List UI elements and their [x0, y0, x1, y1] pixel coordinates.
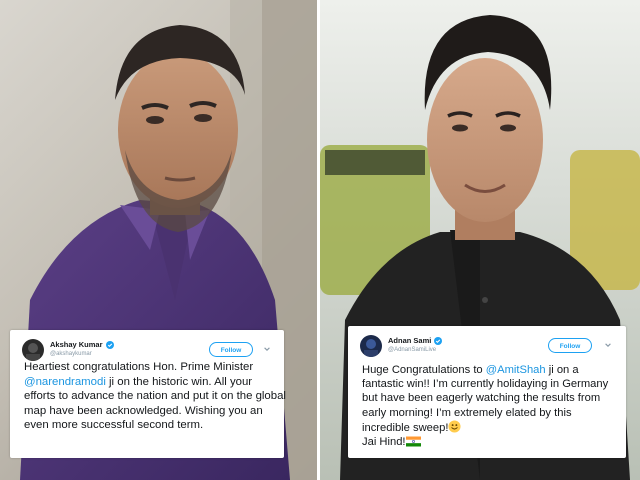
avatar[interactable] — [22, 339, 44, 361]
mention-link[interactable]: @AmitShah — [486, 364, 546, 376]
tweet-text: Heartiest congratulations Hon. Prime Min… — [24, 361, 286, 432]
india-flag-icon — [405, 436, 421, 447]
smiley-emoji-icon — [448, 420, 461, 433]
tweet-author-name[interactable]: Adnan Sami — [388, 336, 431, 345]
tweet-author-name[interactable]: Akshay Kumar — [50, 340, 103, 349]
mention-link[interactable]: @narendramodi — [24, 376, 106, 388]
chevron-down-icon[interactable] — [263, 345, 271, 353]
follow-button[interactable]: Follow — [209, 342, 253, 357]
tweet-text: Huge Congratulations to @AmitShah ji on … — [362, 364, 609, 449]
akshay-tweet-card: Akshay Kumar @akshaykumar Follow Heartie… — [10, 330, 286, 458]
tweet-author-handle[interactable]: @akshaykumar — [50, 351, 92, 357]
right-photo-panel: Adnan Sami @AdnanSamiLive Follow Huge Co… — [320, 0, 640, 480]
chevron-down-icon[interactable] — [604, 341, 612, 349]
verified-badge-icon — [434, 336, 443, 345]
avatar[interactable] — [360, 335, 382, 357]
adnan-tweet-card: Adnan Sami @AdnanSamiLive Follow Huge Co… — [348, 326, 626, 458]
verified-badge-icon — [105, 340, 114, 349]
left-photo-panel: Akshay Kumar @akshaykumar Follow Heartie… — [0, 0, 317, 480]
follow-button[interactable]: Follow — [548, 338, 592, 353]
tweet-author-handle[interactable]: @AdnanSamiLive — [388, 347, 436, 353]
